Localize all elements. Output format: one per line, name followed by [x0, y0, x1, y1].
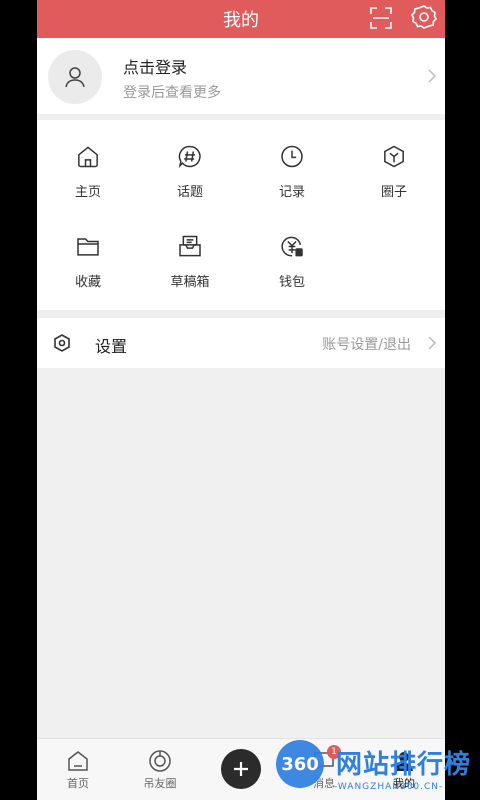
draft-box-icon [179, 235, 201, 257]
app-screen: 我的 点击登录 登录后查看更多 主页 话题 记录 圈子 收藏 草稿箱 钱包 设置… [37, 0, 445, 800]
chevron-right-icon [427, 335, 437, 355]
gear-icon[interactable] [411, 4, 437, 34]
bottom-tab-bar: 首页 吊友圈 消息 1 我的 [37, 738, 445, 800]
grid-item-label: 草稿箱 [170, 275, 210, 290]
page-title: 我的 [223, 10, 259, 31]
tab-label: 吊友圈 [143, 777, 177, 790]
chevron-right-icon [427, 68, 437, 88]
grid-item-home[interactable]: 主页 [37, 120, 139, 200]
home-tab-icon [68, 751, 88, 771]
folder-icon [77, 238, 99, 256]
home-icon [78, 146, 98, 168]
hashtag-icon [178, 145, 201, 168]
grid-item-drafts[interactable]: 草稿箱 [139, 210, 241, 290]
grid-item-label: 收藏 [74, 275, 101, 290]
login-subtitle: 登录后查看更多 [123, 85, 221, 101]
grid-item-wallet[interactable]: 钱包 [241, 210, 343, 290]
login-title[interactable]: 点击登录 [123, 54, 187, 78]
tab-label: 首页 [67, 777, 89, 790]
login-card[interactable]: 点击登录 登录后查看更多 [37, 38, 445, 114]
tab-me[interactable]: 我的 [363, 739, 445, 800]
feature-grid: 主页 话题 记录 圈子 收藏 草稿箱 钱包 [37, 120, 445, 310]
avatar[interactable] [48, 50, 102, 104]
grid-item-label: 话题 [176, 185, 203, 200]
grid-item-record[interactable]: 记录 [241, 120, 343, 200]
tab-home[interactable]: 首页 [37, 739, 119, 800]
plus-icon [234, 762, 248, 776]
settings-hexagon-icon [53, 334, 71, 356]
settings-row[interactable]: 设置 账号设置/退出 [37, 318, 445, 368]
tab-circle[interactable]: 吊友圈 [119, 739, 201, 800]
grid-item-label: 钱包 [278, 275, 305, 290]
cube-icon [384, 145, 404, 168]
circle-tab-icon [149, 750, 171, 772]
grid-item-topic[interactable]: 话题 [139, 120, 241, 200]
grid-item-label: 圈子 [380, 185, 407, 200]
me-tab-icon [395, 752, 413, 771]
tab-label: 消息 [313, 777, 335, 790]
grid-item-circle[interactable]: 圈子 [343, 120, 445, 200]
wallet-icon [281, 236, 303, 257]
settings-label: 设置 [95, 337, 128, 356]
grid-item-label: 记录 [278, 185, 305, 200]
add-post-button[interactable] [221, 749, 261, 789]
grid-item-favorites[interactable]: 收藏 [37, 210, 139, 290]
clock-icon [281, 145, 303, 168]
grid-item-label: 主页 [74, 185, 101, 200]
scan-icon[interactable] [369, 6, 393, 34]
tab-messages[interactable]: 消息 [283, 739, 365, 800]
tab-label: 我的 [393, 777, 415, 790]
header-bar: 我的 [37, 0, 445, 38]
message-badge: 1 [327, 745, 341, 759]
settings-value: 账号设置/退出 [322, 337, 411, 353]
